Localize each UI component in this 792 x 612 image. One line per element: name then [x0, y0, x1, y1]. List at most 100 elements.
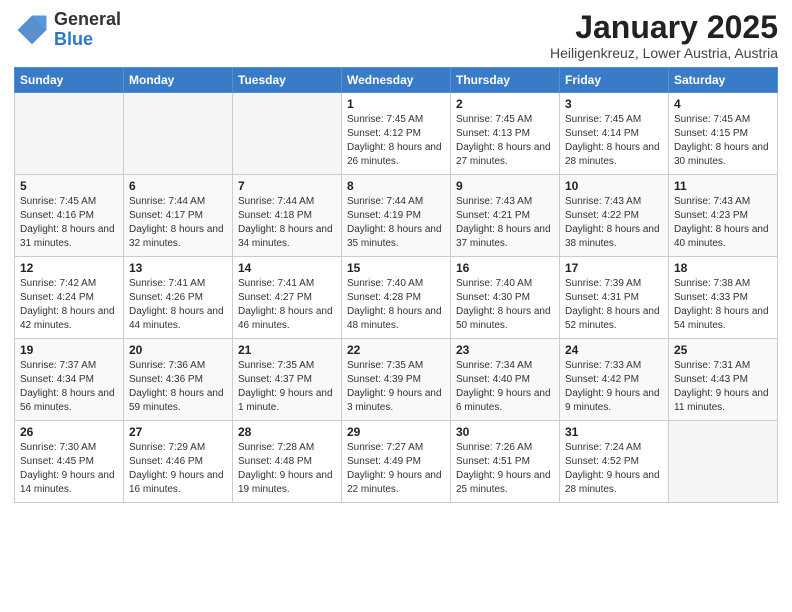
- day-number: 28: [238, 425, 336, 439]
- day-number: 20: [129, 343, 227, 357]
- day-info: Sunrise: 7:43 AM Sunset: 4:21 PM Dayligh…: [456, 195, 554, 251]
- weekday-header-row: SundayMondayTuesdayWednesdayThursdayFrid…: [15, 68, 778, 93]
- day-info: Sunrise: 7:40 AM Sunset: 4:28 PM Dayligh…: [347, 277, 445, 333]
- day-info: Sunrise: 7:45 AM Sunset: 4:16 PM Dayligh…: [20, 195, 118, 251]
- weekday-header-saturday: Saturday: [669, 68, 778, 93]
- weekday-header-wednesday: Wednesday: [342, 68, 451, 93]
- calendar-cell: 7 Sunrise: 7:44 AM Sunset: 4:18 PM Daylig…: [233, 175, 342, 257]
- month-title: January 2025: [550, 10, 778, 45]
- day-number: 13: [129, 261, 227, 275]
- day-number: 18: [674, 261, 772, 275]
- day-number: 12: [20, 261, 118, 275]
- calendar-cell: 12 Sunrise: 7:42 AM Sunset: 4:24 PM Dayli…: [15, 257, 124, 339]
- logo-general-text: General: [54, 10, 121, 30]
- calendar-cell: 24Sunrise: 7:33 AM Sunset: 4:42 PM Dayli…: [560, 339, 669, 421]
- logo: General Blue: [14, 10, 121, 50]
- day-info: Sunrise: 7:43 AM Sunset: 4:22 PM Dayligh…: [565, 195, 663, 251]
- day-number: 1: [347, 97, 445, 111]
- day-info: Sunrise: 7:36 AM Sunset: 4:36 PM Dayligh…: [129, 359, 227, 415]
- day-info: Sunrise: 7:41 AM Sunset: 4:27 PM Dayligh…: [238, 277, 336, 333]
- day-info: Sunrise: 7:39 AM Sunset: 4:31 PM Dayligh…: [565, 277, 663, 333]
- day-number: 11: [674, 179, 772, 193]
- calendar-cell: 14 Sunrise: 7:41 AM Sunset: 4:27 PM Dayli…: [233, 257, 342, 339]
- calendar-cell: [124, 93, 233, 175]
- calendar-cell: 22 Sunrise: 7:35 AM Sunset: 4:39 PM Dayli…: [342, 339, 451, 421]
- day-info: Sunrise: 7:42 AM Sunset: 4:24 PM Dayligh…: [20, 277, 118, 333]
- day-info: Sunrise: 7:37 AM Sunset: 4:34 PM Dayligh…: [20, 359, 118, 415]
- day-number: 27: [129, 425, 227, 439]
- day-info: Sunrise: 7:31 AM Sunset: 4:43 PM Dayligh…: [674, 359, 772, 415]
- day-number: 6: [129, 179, 227, 193]
- day-info: Sunrise: 7:35 AM Sunset: 4:39 PM Dayligh…: [347, 359, 445, 415]
- weekday-header-thursday: Thursday: [451, 68, 560, 93]
- day-info: Sunrise: 7:35 AM Sunset: 4:37 PM Dayligh…: [238, 359, 336, 415]
- weekday-header-sunday: Sunday: [15, 68, 124, 93]
- day-info: Sunrise: 7:44 AM Sunset: 4:18 PM Dayligh…: [238, 195, 336, 251]
- day-number: 2: [456, 97, 554, 111]
- calendar-cell: 30Sunrise: 7:26 AM Sunset: 4:51 PM Dayli…: [451, 421, 560, 503]
- weekday-header-tuesday: Tuesday: [233, 68, 342, 93]
- calendar-cell: 29Sunrise: 7:27 AM Sunset: 4:49 PM Dayli…: [342, 421, 451, 503]
- day-info: Sunrise: 7:29 AM Sunset: 4:46 PM Dayligh…: [129, 441, 227, 497]
- day-info: Sunrise: 7:44 AM Sunset: 4:17 PM Dayligh…: [129, 195, 227, 251]
- calendar-week-row: 1 Sunrise: 7:45 AM Sunset: 4:12 PM Daylig…: [15, 93, 778, 175]
- logo-text: General Blue: [54, 10, 121, 50]
- calendar-cell: 11Sunrise: 7:43 AM Sunset: 4:23 PM Dayli…: [669, 175, 778, 257]
- title-area: January 2025 Heiligenkreuz, Lower Austri…: [550, 10, 778, 61]
- calendar-week-row: 26Sunrise: 7:30 AM Sunset: 4:45 PM Dayli…: [15, 421, 778, 503]
- day-number: 15: [347, 261, 445, 275]
- day-number: 7: [238, 179, 336, 193]
- calendar-week-row: 12 Sunrise: 7:42 AM Sunset: 4:24 PM Dayli…: [15, 257, 778, 339]
- calendar-cell: 17 Sunrise: 7:39 AM Sunset: 4:31 PM Dayli…: [560, 257, 669, 339]
- day-number: 9: [456, 179, 554, 193]
- calendar-cell: 10 Sunrise: 7:43 AM Sunset: 4:22 PM Dayli…: [560, 175, 669, 257]
- day-info: Sunrise: 7:45 AM Sunset: 4:12 PM Dayligh…: [347, 113, 445, 169]
- calendar-cell: [15, 93, 124, 175]
- day-number: 30: [456, 425, 554, 439]
- calendar-cell: [669, 421, 778, 503]
- day-info: Sunrise: 7:38 AM Sunset: 4:33 PM Dayligh…: [674, 277, 772, 333]
- calendar-cell: 6 Sunrise: 7:44 AM Sunset: 4:17 PM Daylig…: [124, 175, 233, 257]
- day-info: Sunrise: 7:24 AM Sunset: 4:52 PM Dayligh…: [565, 441, 663, 497]
- day-info: Sunrise: 7:28 AM Sunset: 4:48 PM Dayligh…: [238, 441, 336, 497]
- calendar-cell: 18 Sunrise: 7:38 AM Sunset: 4:33 PM Dayli…: [669, 257, 778, 339]
- day-number: 22: [347, 343, 445, 357]
- day-info: Sunrise: 7:41 AM Sunset: 4:26 PM Dayligh…: [129, 277, 227, 333]
- day-number: 29: [347, 425, 445, 439]
- calendar-cell: 5 Sunrise: 7:45 AM Sunset: 4:16 PM Daylig…: [15, 175, 124, 257]
- calendar-week-row: 5 Sunrise: 7:45 AM Sunset: 4:16 PM Daylig…: [15, 175, 778, 257]
- calendar-cell: 13 Sunrise: 7:41 AM Sunset: 4:26 PM Dayli…: [124, 257, 233, 339]
- calendar-cell: 27 Sunrise: 7:29 AM Sunset: 4:46 PM Dayli…: [124, 421, 233, 503]
- calendar-cell: 19 Sunrise: 7:37 AM Sunset: 4:34 PM Dayli…: [15, 339, 124, 421]
- day-number: 4: [674, 97, 772, 111]
- calendar-week-row: 19 Sunrise: 7:37 AM Sunset: 4:34 PM Dayli…: [15, 339, 778, 421]
- day-number: 19: [20, 343, 118, 357]
- day-info: Sunrise: 7:34 AM Sunset: 4:40 PM Dayligh…: [456, 359, 554, 415]
- day-number: 24: [565, 343, 663, 357]
- calendar-cell: 1 Sunrise: 7:45 AM Sunset: 4:12 PM Daylig…: [342, 93, 451, 175]
- day-info: Sunrise: 7:45 AM Sunset: 4:14 PM Dayligh…: [565, 113, 663, 169]
- day-number: 23: [456, 343, 554, 357]
- day-number: 5: [20, 179, 118, 193]
- day-number: 16: [456, 261, 554, 275]
- calendar-cell: 26Sunrise: 7:30 AM Sunset: 4:45 PM Dayli…: [15, 421, 124, 503]
- calendar-cell: 25Sunrise: 7:31 AM Sunset: 4:43 PM Dayli…: [669, 339, 778, 421]
- day-number: 10: [565, 179, 663, 193]
- calendar-cell: 4Sunrise: 7:45 AM Sunset: 4:15 PM Daylig…: [669, 93, 778, 175]
- calendar-cell: 9 Sunrise: 7:43 AM Sunset: 4:21 PM Daylig…: [451, 175, 560, 257]
- logo-icon: [14, 12, 50, 48]
- weekday-header-monday: Monday: [124, 68, 233, 93]
- day-number: 14: [238, 261, 336, 275]
- calendar-table: SundayMondayTuesdayWednesdayThursdayFrid…: [14, 67, 778, 503]
- calendar-cell: 20 Sunrise: 7:36 AM Sunset: 4:36 PM Dayli…: [124, 339, 233, 421]
- weekday-header-friday: Friday: [560, 68, 669, 93]
- day-number: 31: [565, 425, 663, 439]
- calendar-cell: 8Sunrise: 7:44 AM Sunset: 4:19 PM Daylig…: [342, 175, 451, 257]
- day-info: Sunrise: 7:45 AM Sunset: 4:13 PM Dayligh…: [456, 113, 554, 169]
- day-number: 8: [347, 179, 445, 193]
- day-number: 17: [565, 261, 663, 275]
- calendar-cell: 21Sunrise: 7:35 AM Sunset: 4:37 PM Dayli…: [233, 339, 342, 421]
- logo-blue-text: Blue: [54, 30, 121, 50]
- calendar-cell: 15 Sunrise: 7:40 AM Sunset: 4:28 PM Dayli…: [342, 257, 451, 339]
- day-number: 26: [20, 425, 118, 439]
